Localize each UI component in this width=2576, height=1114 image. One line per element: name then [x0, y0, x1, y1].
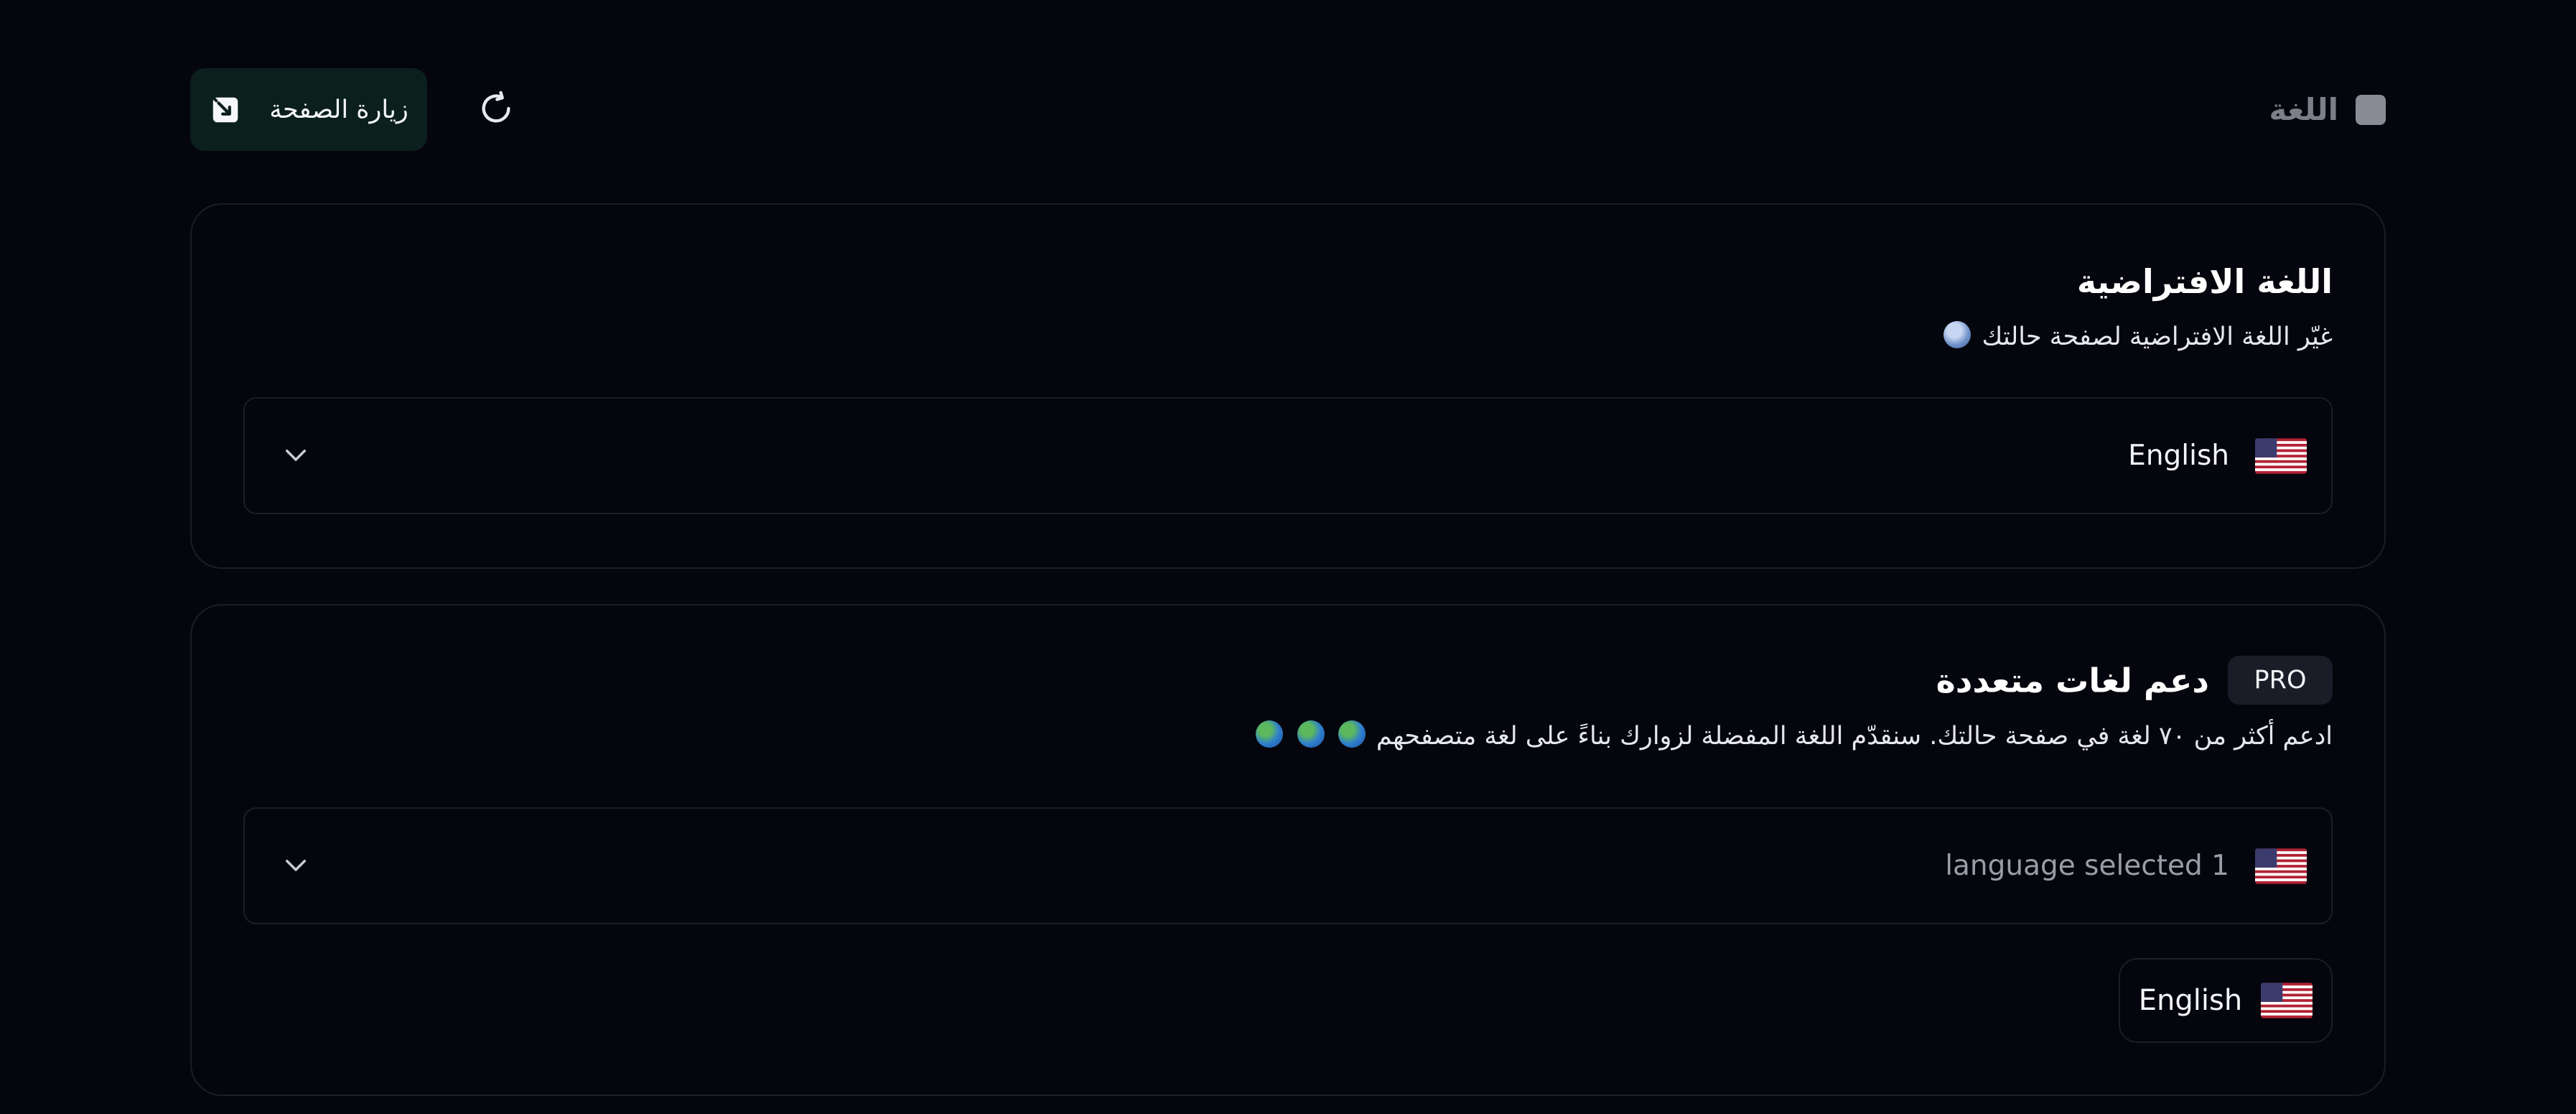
external-link-icon: [209, 93, 242, 126]
multi-language-title: PRO دعم لغات متعددة: [1936, 656, 2333, 707]
multi-language-card: PRO دعم لغات متعددة ادعم أكثر من ٧٠ لغة ف…: [190, 604, 2386, 1096]
default-language-value: English: [2128, 437, 2307, 474]
globe-with-meridians-icon: [1943, 321, 1971, 348]
default-language-card: اللغة الافتراضية غيّر اللغة الافتراضية ل…: [190, 203, 2386, 569]
globe-americas-icon: [1297, 720, 1325, 748]
refresh-icon: [477, 90, 515, 130]
globe-asia-icon: [1256, 720, 1284, 748]
us-flag-icon: [2261, 983, 2313, 1018]
default-language-title: اللغة الافتراضية: [2076, 262, 2333, 301]
top-bar-actions: زيارة الصفحة: [190, 68, 537, 151]
refresh-button[interactable]: [454, 68, 537, 151]
multi-language-value-text: language selected 1: [1945, 850, 2229, 882]
multi-language-title-text: دعم لغات متعددة: [1936, 661, 2209, 700]
visit-page-button[interactable]: زيارة الصفحة: [190, 68, 427, 151]
top-bar: زيارة الصفحة اللغة: [190, 68, 2386, 151]
language-checkbox-icon: [2356, 94, 2386, 125]
multi-language-value: language selected 1: [1945, 848, 2307, 884]
chevron-down-icon: [281, 440, 311, 473]
chevron-down-icon: [281, 850, 311, 883]
visit-page-label: زيارة الصفحة: [269, 95, 409, 124]
language-chip-english[interactable]: English: [2119, 958, 2333, 1043]
language-settings-page: زيارة الصفحة اللغة اللغة الافتراضية غيّر…: [0, 0, 2576, 1114]
us-flag-icon: [2255, 437, 2307, 474]
default-language-subtitle: غيّر اللغة الافتراضية لصفحة حالتك: [1941, 321, 2333, 351]
multi-language-subtitle-text: ادعم أكثر من ٧٠ لغة في صفحة حالتك. سنقدّ…: [1376, 722, 2333, 751]
multi-language-select[interactable]: language selected 1: [243, 807, 2333, 924]
default-language-subtitle-text: غيّر اللغة الافتراضية لصفحة حالتك: [1982, 322, 2333, 351]
section-title: اللغة: [2269, 92, 2339, 127]
us-flag-icon: [2255, 848, 2307, 884]
section-heading: اللغة: [2269, 92, 2386, 127]
globe-africa-icon: [1338, 720, 1366, 748]
default-language-value-text: English: [2128, 440, 2229, 472]
pro-badge: PRO: [2228, 656, 2333, 705]
language-chip-label: English: [2138, 984, 2243, 1017]
default-language-select[interactable]: English: [243, 397, 2333, 514]
multi-language-subtitle: ادعم أكثر من ٧٠ لغة في صفحة حالتك. سنقدّ…: [1253, 720, 2333, 751]
